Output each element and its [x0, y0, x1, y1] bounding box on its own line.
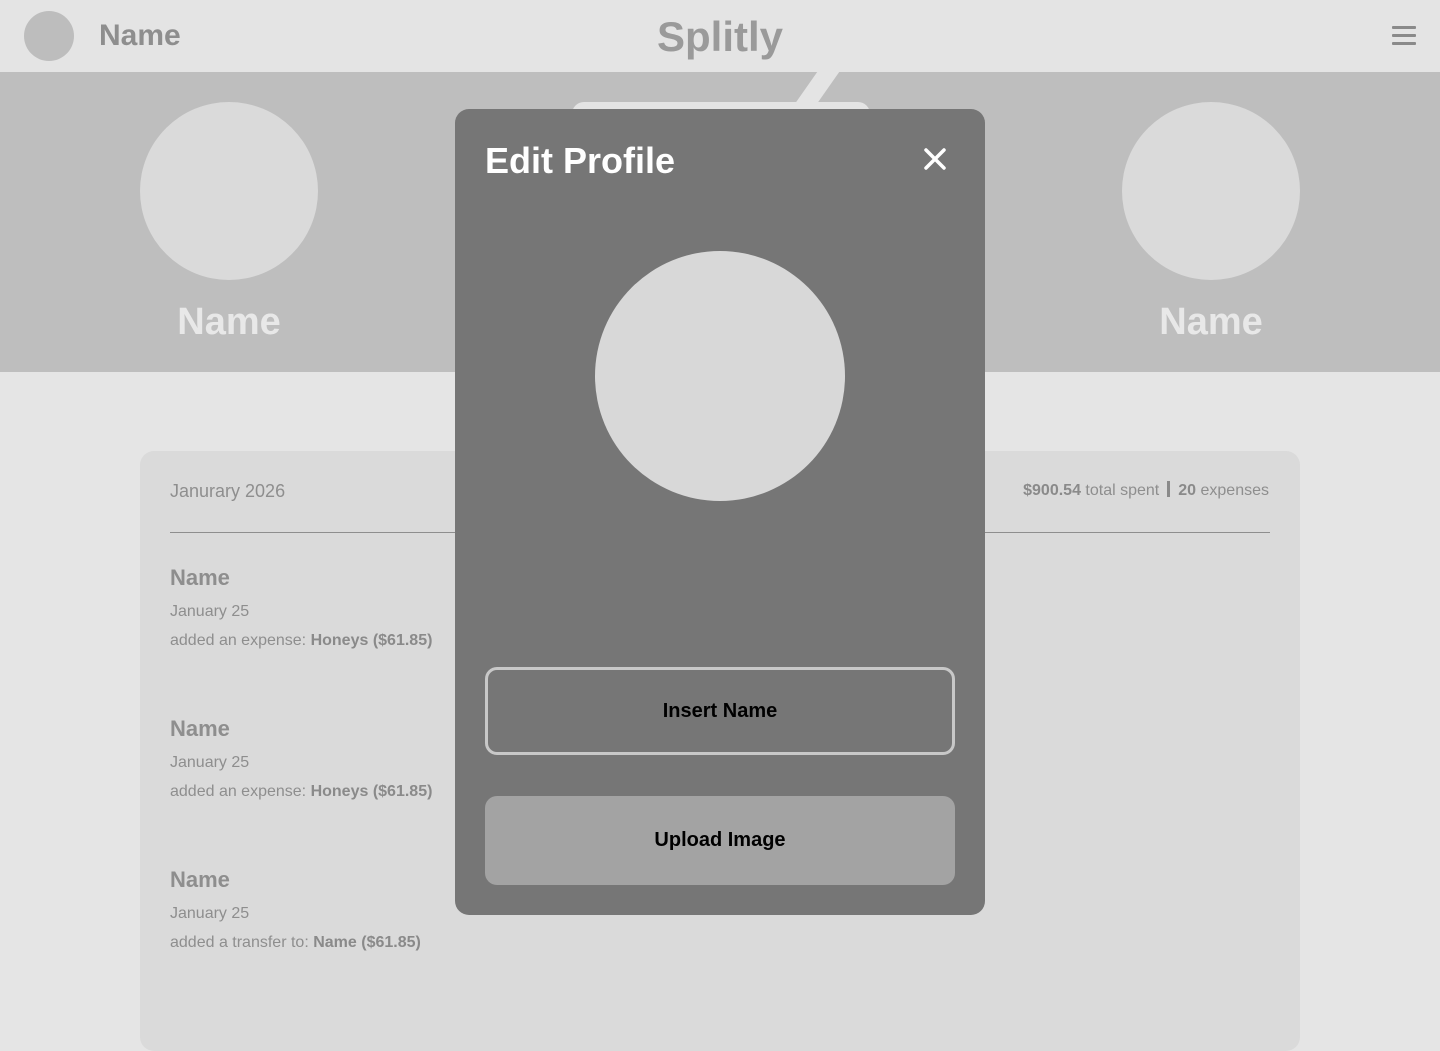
- expense-count-value: 20: [1178, 482, 1197, 499]
- member-name: Name: [1159, 301, 1263, 343]
- activity-description: added a transfer to: Name ($61.85): [170, 933, 570, 953]
- upload-image-button[interactable]: Upload Image: [485, 796, 955, 885]
- totals-summary: $900.54 total spent 20 expenses: [1023, 481, 1269, 500]
- month-label: Janurary 2026: [170, 481, 286, 501]
- member-avatar: [1122, 102, 1300, 280]
- expense-count-label: expenses: [1200, 482, 1270, 499]
- separator: [1167, 481, 1171, 497]
- member-card[interactable]: Name: [140, 102, 318, 344]
- top-bar: Name Splitly: [0, 0, 1440, 72]
- activity-detail: Honeys ($61.85): [310, 783, 433, 800]
- profile-avatar[interactable]: [595, 251, 845, 501]
- activity-action: added a transfer to:: [170, 934, 309, 951]
- member-card[interactable]: Name: [1122, 102, 1300, 344]
- app-title: Splitly: [656, 13, 784, 60]
- activity-detail: Name ($61.85): [313, 934, 421, 951]
- activity-detail: Honeys ($61.85): [310, 632, 433, 649]
- name-input[interactable]: [485, 667, 955, 755]
- close-icon[interactable]: [919, 143, 951, 175]
- edit-profile-modal: Edit Profile Upload Image: [455, 109, 985, 915]
- member-name: Name: [177, 301, 281, 343]
- hamburger-menu-icon[interactable]: [1390, 24, 1418, 46]
- activity-action: added an expense:: [170, 632, 307, 649]
- member-avatar: [140, 102, 318, 280]
- total-spent-value: $900.54: [1023, 482, 1081, 499]
- modal-title: Edit Profile: [485, 140, 676, 181]
- activity-action: added an expense:: [170, 783, 307, 800]
- total-spent-label: total spent: [1085, 482, 1160, 499]
